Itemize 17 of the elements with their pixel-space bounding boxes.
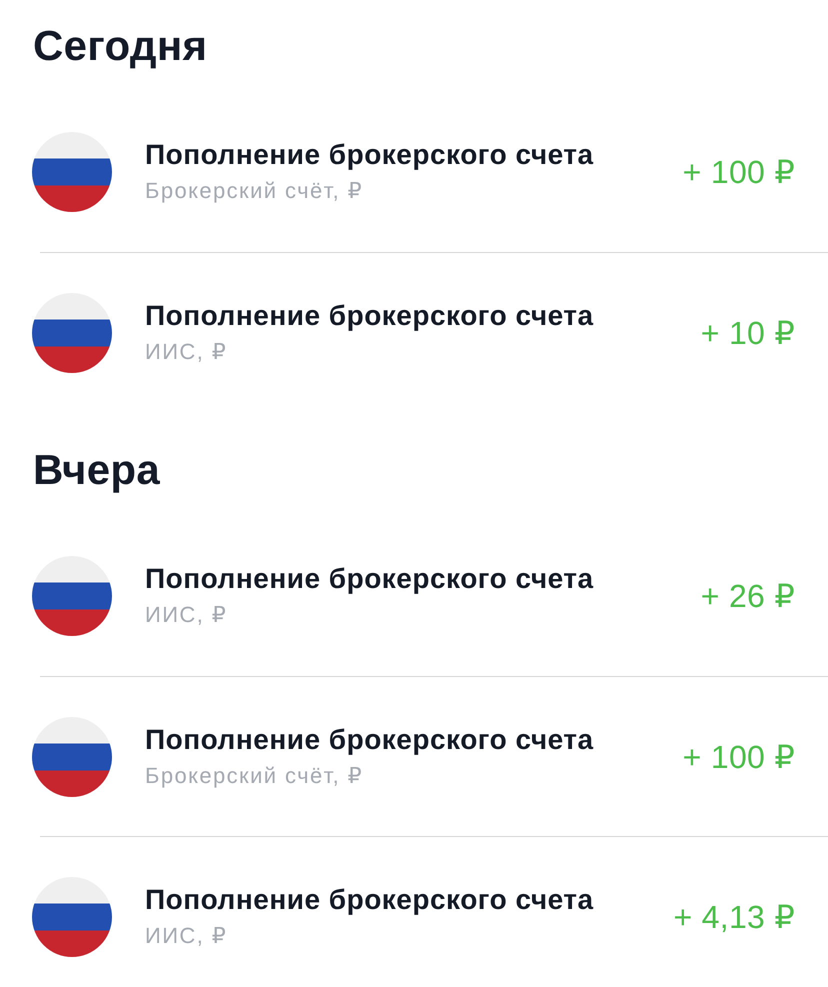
account-label: ИИС, ₽: [145, 338, 228, 366]
operation-amount: + 10 ₽: [700, 314, 795, 352]
operation-title: Пополнение брокерского счета: [145, 138, 594, 172]
section-heading: Сегодня: [33, 22, 208, 70]
account-label: ИИС, ₽: [145, 922, 228, 950]
account-label: Брокерский счёт, ₽: [145, 177, 364, 205]
operation-title: Пополнение брокерского счета: [145, 298, 594, 332]
account-label: Брокерский счёт, ₽: [145, 762, 364, 790]
operation-title: Пополнение брокерского счета: [145, 562, 594, 596]
operation-amount: + 26 ₽: [700, 577, 795, 615]
operation-amount: + 100 ₽: [682, 153, 795, 191]
operation-amount: + 100 ₽: [682, 738, 795, 776]
operation-title: Пополнение брокерского счета: [145, 722, 594, 756]
operation-amount: + 4,13 ₽: [673, 898, 795, 936]
section-heading: Вчера: [33, 446, 160, 494]
operation-title: Пополнение брокерского счета: [145, 882, 594, 916]
account-label: ИИС, ₽: [145, 601, 228, 629]
